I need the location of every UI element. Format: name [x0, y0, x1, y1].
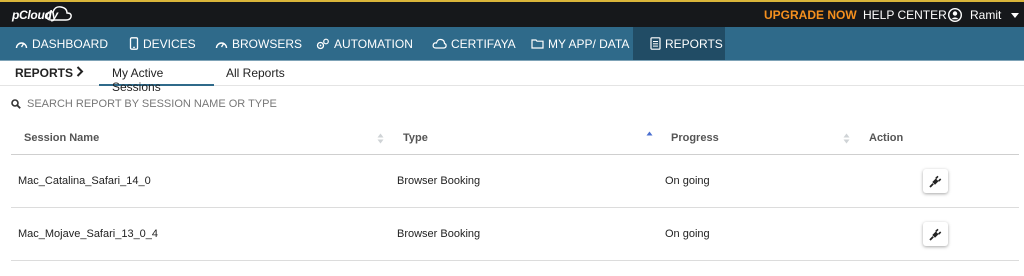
pcloudy-logo[interactable]: pCloudy [12, 5, 72, 25]
gears-icon [316, 38, 329, 49]
chevron-right-icon [76, 66, 84, 77]
progress-cell: On going [665, 228, 710, 240]
nav-dashboard[interactable]: DASHBOARD [15, 27, 108, 60]
cloud-icon [432, 38, 447, 49]
gauge-icon [15, 41, 28, 48]
disconnect-session-button[interactable] [923, 169, 948, 193]
search-bar [11, 97, 327, 111]
cloud-logo-icon [46, 6, 72, 21]
table-header: Session Name Type Progress Action [11, 125, 1019, 155]
nav-label: CERTIFAYA [451, 36, 516, 51]
nav-label: MY APP/ DATA [548, 36, 630, 51]
plug-icon [929, 175, 942, 188]
top-bar: pCloudy UPGRADE NOW HELP CENTER Ramit [0, 2, 1024, 27]
nav-browsers[interactable]: BROWSERS [215, 27, 302, 60]
main-nav: DASHBOARD DEVICES BROWSERS AUTOMATION CE… [0, 27, 1024, 60]
report-tabs: REPORTS My Active Sessions All Reports [0, 61, 1024, 94]
nav-label: DASHBOARD [32, 36, 109, 51]
table-row: Mac_Catalina_Safari_14_0 Browser Booking… [11, 155, 1019, 208]
nav-label: DEVICES [143, 36, 196, 51]
phone-icon [129, 37, 139, 50]
nav-devices[interactable]: DEVICES [129, 27, 196, 60]
user-name: Ramit [970, 8, 1002, 22]
column-header-progress[interactable]: Progress [671, 132, 719, 144]
user-menu[interactable]: Ramit [948, 6, 1020, 24]
nav-certifaya[interactable]: CERTIFAYA [432, 27, 516, 60]
upgrade-now-link[interactable]: UPGRADE NOW [764, 8, 857, 22]
nav-label: REPORTS [665, 36, 723, 51]
document-icon [650, 37, 661, 50]
breadcrumb-reports: REPORTS [15, 66, 74, 80]
nav-my-app-data[interactable]: MY APP/ DATA [531, 27, 629, 60]
tab-all-reports[interactable]: All Reports [226, 61, 285, 86]
type-cell: Browser Booking [397, 228, 481, 240]
table-row: Mac_Mojave_Safari_13_0_4 Browser Booking… [11, 208, 1019, 261]
gauge-icon [215, 41, 228, 48]
progress-cell: On going [665, 175, 710, 187]
session-name-cell: Mac_Catalina_Safari_14_0 [18, 175, 151, 187]
nav-label: AUTOMATION [334, 36, 413, 51]
session-name-cell: Mac_Mojave_Safari_13_0_4 [18, 228, 159, 240]
chevron-down-icon [1011, 12, 1020, 18]
tab-my-active-sessions[interactable]: My Active Sessions [99, 61, 214, 94]
help-center-link[interactable]: HELP CENTER [863, 8, 947, 22]
type-cell: Browser Booking [397, 175, 481, 187]
sort-icon[interactable] [377, 133, 384, 144]
nav-label: BROWSERS [232, 36, 303, 51]
disconnect-session-button[interactable] [923, 222, 948, 246]
nav-reports[interactable]: REPORTS [633, 27, 725, 60]
sort-ascending-icon[interactable] [646, 131, 653, 142]
search-input[interactable] [27, 98, 327, 110]
sort-icon[interactable] [843, 133, 850, 144]
search-icon [11, 99, 21, 109]
nav-automation[interactable]: AUTOMATION [316, 27, 413, 60]
column-header-session-name[interactable]: Session Name [24, 132, 99, 144]
user-avatar-icon [948, 8, 962, 22]
column-header-action: Action [869, 132, 904, 144]
column-header-type[interactable]: Type [403, 132, 428, 144]
plug-icon [929, 228, 942, 241]
folder-icon [531, 39, 544, 49]
